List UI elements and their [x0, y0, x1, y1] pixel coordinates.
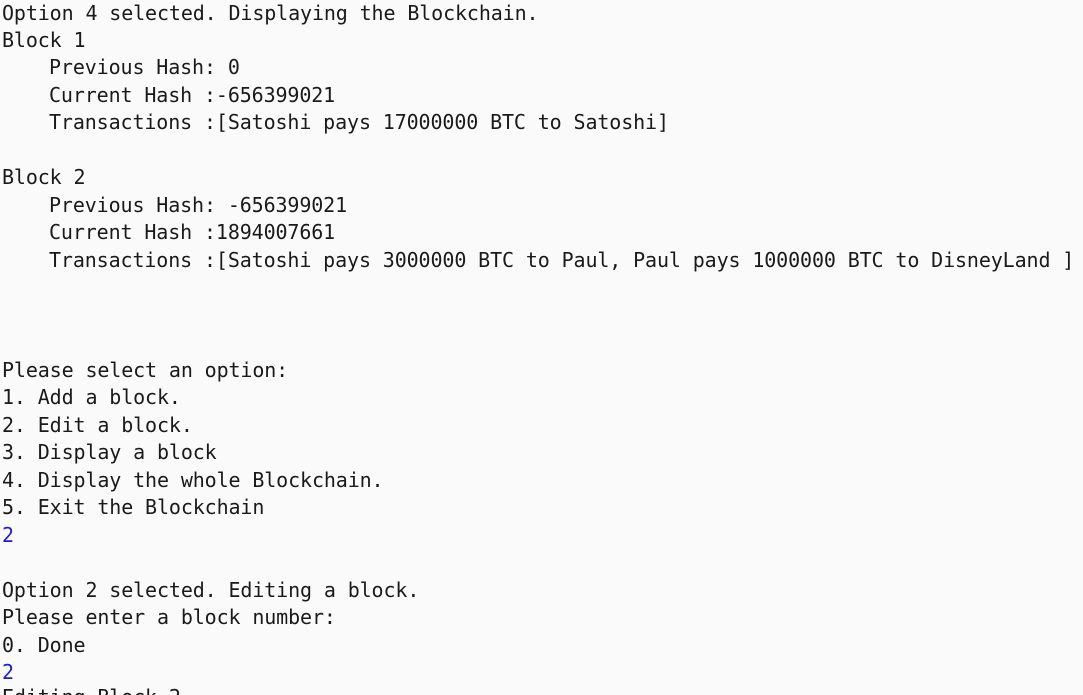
console-output: Option 4 selected. Displaying the Blockc…: [0, 0, 1083, 695]
block-1-title: Block 1: [2, 28, 86, 52]
menu-prompt: Please select an option:: [2, 358, 289, 382]
menu-option-edit-block: 2. Edit a block.: [2, 413, 193, 437]
block-number-prompt: Please enter a block number:: [2, 605, 336, 629]
edit-status-line: Option 2 selected. Editing a block.: [2, 578, 420, 602]
block-1-previous-hash: Previous Hash: 0: [49, 55, 240, 79]
menu-option-add-block: 1. Add a block.: [2, 385, 181, 409]
status-line: Option 4 selected. Displaying the Blockc…: [2, 1, 539, 25]
block-2-previous-hash: Previous Hash: -656399021: [49, 193, 348, 217]
menu-option-exit: 5. Exit the Blockchain: [2, 495, 265, 519]
block-2-transactions: Transactions :[Satoshi pays 3000000 BTC …: [49, 248, 1075, 272]
block-1-current-hash: Current Hash :-656399021: [49, 83, 336, 107]
done-option: 0. Done: [2, 633, 86, 657]
menu-option-display-blockchain: 4. Display the whole Blockchain.: [2, 468, 384, 492]
user-input-option[interactable]: 2: [2, 522, 14, 549]
user-input-block-number[interactable]: 2: [2, 659, 14, 686]
block-1-transactions: Transactions :[Satoshi pays 17000000 BTC…: [49, 110, 669, 134]
block-2-current-hash: Current Hash :1894007661: [49, 220, 336, 244]
block-2-title: Block 2: [2, 165, 86, 189]
cutoff-line: Editing Block 2: [2, 684, 181, 695]
menu-option-display-block: 3. Display a block: [2, 440, 217, 464]
